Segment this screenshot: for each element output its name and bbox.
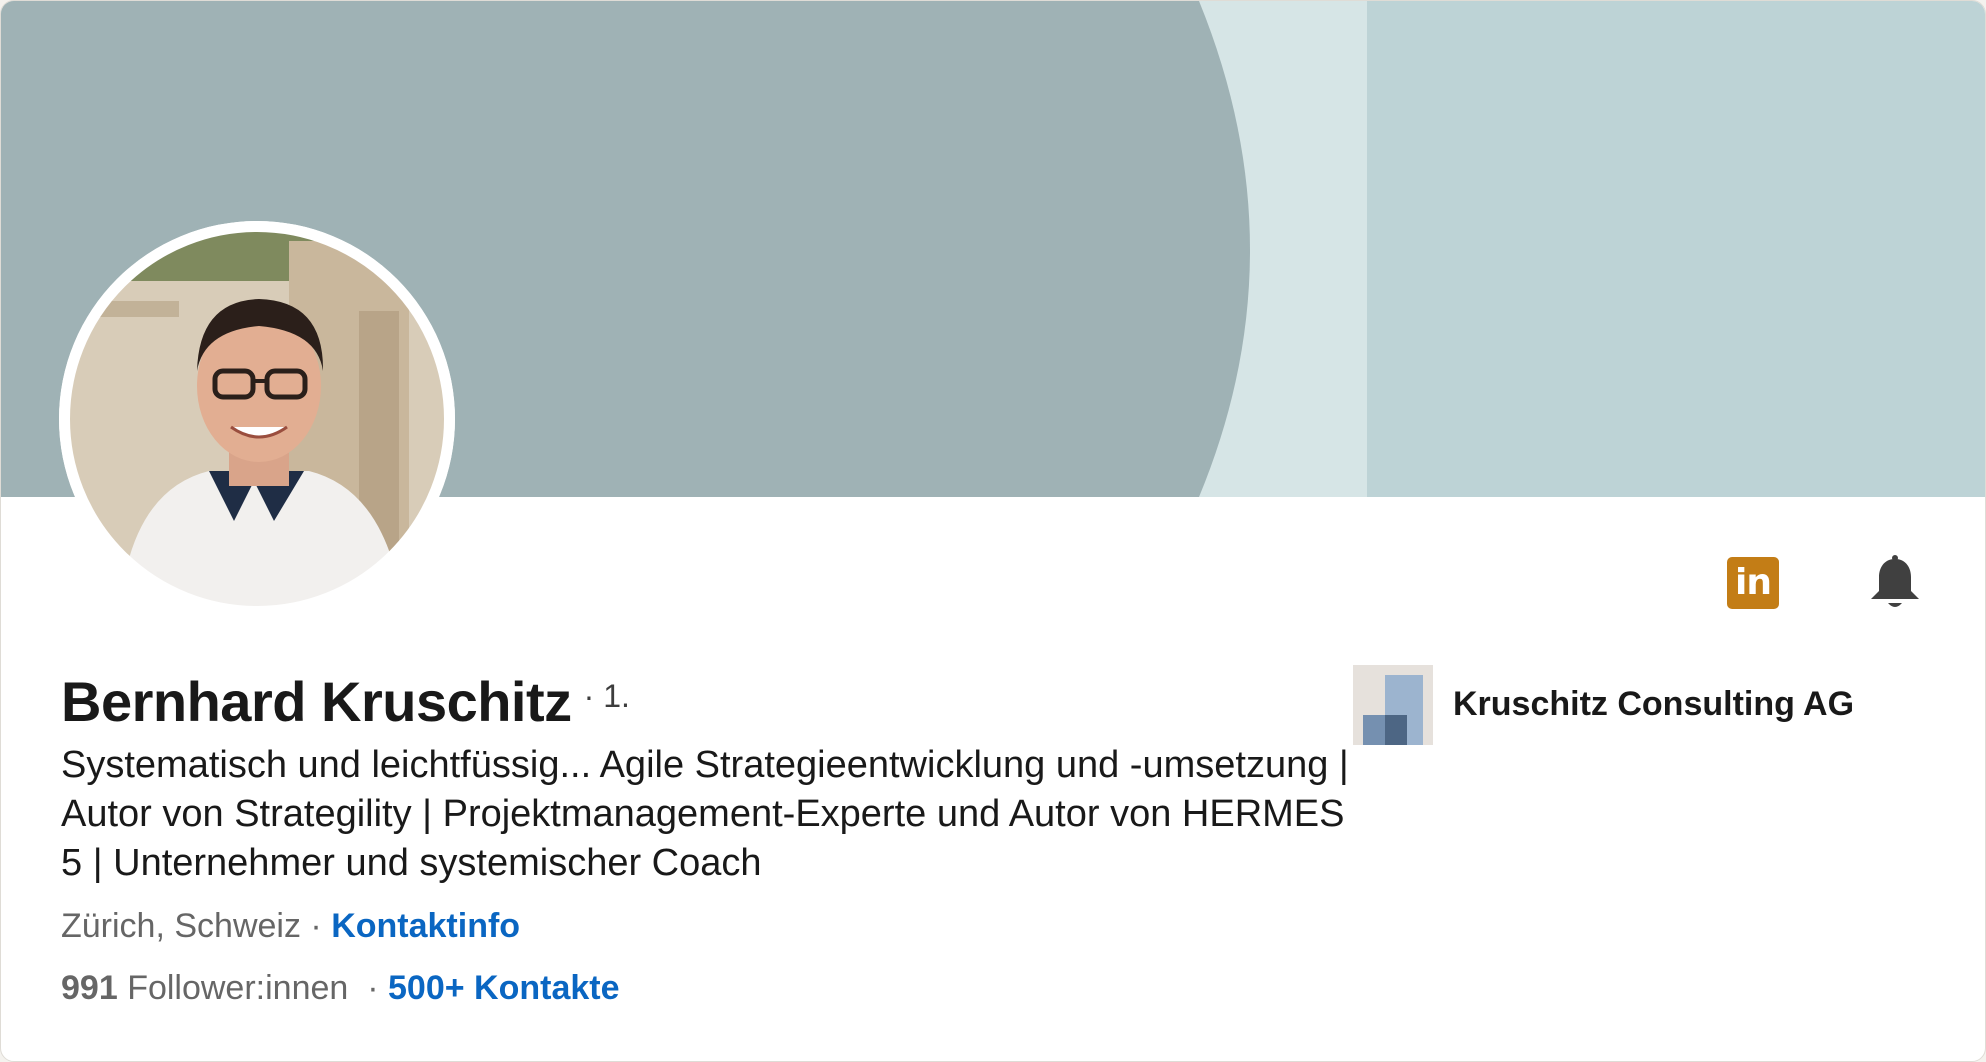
profile-headline: Systematisch und leichtfüssig... Agile S… — [61, 744, 1349, 884]
location-row: Zürich, Schweiz · Kontaktinfo — [61, 907, 520, 946]
bell-icon[interactable] — [1867, 553, 1923, 613]
stats-row: 991 Follower:innen · 500+ Kontakte — [61, 969, 620, 1008]
followers-label: Follower:innen — [127, 969, 349, 1007]
profile-name: Bernhard Kruschitz — [61, 670, 572, 733]
profile-photo[interactable] — [59, 221, 455, 617]
profile-name-row: Bernhard Kruschitz · 1. — [61, 669, 630, 734]
location-separator: · — [310, 907, 322, 945]
contact-info-link[interactable]: Kontaktinfo — [331, 907, 520, 945]
profile-action-icons: in — [1725, 553, 1925, 609]
company-logo-icon — [1353, 665, 1433, 745]
profile-card: in Bernhard Kruschitz · 1. Systematisch u… — [0, 0, 1986, 1062]
stats-separator: · — [367, 969, 379, 1007]
company-name: Kruschitz Consulting AG — [1453, 685, 1855, 723]
connection-degree: · 1. — [583, 678, 630, 714]
connections-link[interactable]: 500+ Kontakte — [388, 969, 620, 1007]
linkedin-icon[interactable]: in — [1727, 557, 1779, 609]
profile-location: Zürich, Schweiz — [61, 907, 301, 945]
followers-count: 991 — [61, 969, 118, 1007]
